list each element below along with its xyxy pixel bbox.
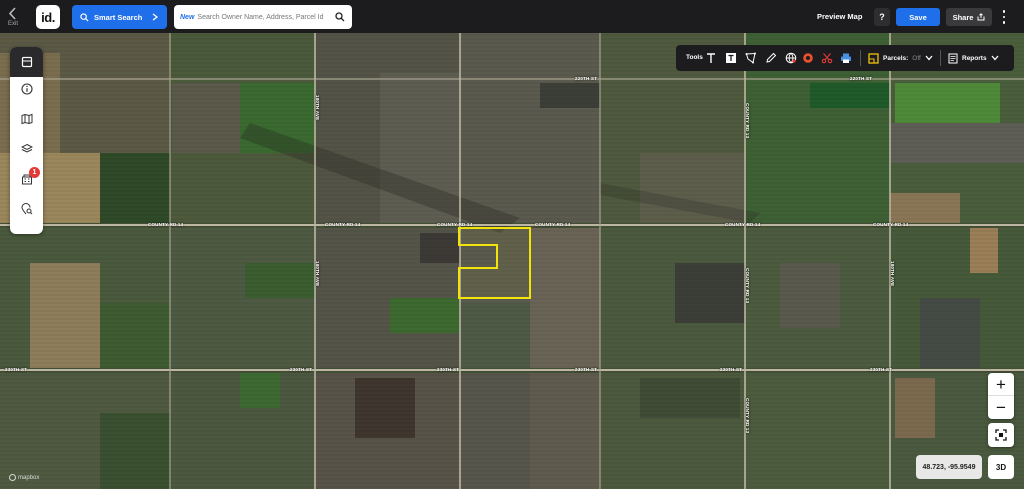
smart-search-label: Smart Search	[94, 12, 143, 22]
back-arrow-icon	[8, 6, 16, 20]
text-tool-button[interactable]	[704, 51, 718, 65]
globe-icon	[785, 52, 797, 64]
tools-label: Tools	[686, 54, 703, 61]
search-icon[interactable]	[335, 12, 345, 22]
text-icon	[707, 53, 715, 63]
location-search-button[interactable]	[10, 194, 43, 224]
road-label: COUNTY RD 13	[745, 103, 750, 139]
share-button[interactable]: Share	[946, 8, 992, 26]
road-label: 220TH ST	[575, 76, 598, 81]
text-box-icon	[726, 53, 736, 63]
draw-tool-button[interactable]	[764, 51, 778, 65]
layers-button[interactable]	[10, 134, 43, 164]
panel-toggle-button[interactable]	[10, 47, 43, 77]
zoom-out-button[interactable]: −	[988, 395, 1014, 418]
road-label: COUNTY RD 14	[725, 222, 761, 227]
app-logo[interactable]: id.	[36, 5, 60, 29]
print-button[interactable]	[839, 51, 853, 65]
top-bar: Exit id. Smart Search New Search Owner N…	[0, 0, 1024, 33]
smart-search-button[interactable]: Smart Search	[72, 5, 167, 29]
save-button[interactable]: Save	[896, 8, 940, 26]
toolbar-divider	[860, 50, 861, 66]
road-label: COUNTY RD 13	[745, 268, 750, 304]
road-label: 230TH ST	[720, 367, 743, 372]
reports-dropdown[interactable]: Reports	[948, 51, 999, 65]
parcels-value: Off	[912, 54, 921, 62]
search-icon	[80, 12, 89, 22]
share-label: Share	[952, 12, 974, 22]
search-placeholder: Search Owner Name, Address, Parcel Id	[197, 13, 324, 21]
text-box-tool-button[interactable]	[724, 51, 738, 65]
road-label: 220TH ST	[850, 76, 873, 81]
cut-tool-button[interactable]	[820, 51, 834, 65]
globe-tool-button[interactable]	[784, 51, 798, 65]
road-label: 230TH ST	[5, 367, 28, 372]
pencil-icon	[766, 52, 777, 63]
road-label: 230TH ST	[870, 367, 893, 372]
coordinates-readout: 48.723, -95.9549	[916, 455, 982, 479]
new-tag: New	[180, 13, 195, 21]
info-icon	[20, 83, 33, 95]
more-options-button[interactable]	[1000, 9, 1008, 25]
road-label: COUNTY RD 14	[535, 222, 571, 227]
road-label: COUNTY RD 14	[148, 222, 184, 227]
reports-label: Reports	[962, 54, 987, 62]
exit-label: Exit	[7, 20, 18, 27]
satellite-map[interactable]: COUNTY RD 14 COUNTY RD 14 COUNTY RD 14 C…	[0, 33, 1024, 489]
help-button[interactable]: ?	[874, 8, 890, 26]
recenter-button[interactable]	[988, 423, 1014, 447]
buildings-button[interactable]: 1	[10, 164, 43, 194]
scissors-icon	[821, 53, 833, 64]
reports-icon	[948, 53, 958, 63]
zoom-control: + −	[988, 373, 1014, 419]
parcels-dropdown[interactable]: Parcels: Off	[868, 51, 933, 65]
road-label: 180TH AVE	[315, 95, 320, 121]
panel-icon	[21, 56, 32, 68]
notification-badge: 1	[29, 167, 40, 178]
radius-tool-button[interactable]	[801, 51, 815, 65]
location-search-icon	[20, 203, 32, 215]
polygon-icon	[745, 52, 756, 64]
toolbar-divider	[940, 50, 941, 66]
left-sidebar: 1	[10, 47, 43, 234]
road-label: COUNTY RD 14	[325, 222, 361, 227]
chevron-down-icon	[925, 55, 933, 61]
map-view-button[interactable]	[10, 104, 43, 134]
share-icon	[977, 13, 985, 21]
road-label: COUNTY RD 14	[437, 222, 473, 227]
polygon-tool-button[interactable]	[744, 51, 758, 65]
exit-button[interactable]: Exit	[0, 0, 26, 33]
layers-icon	[20, 143, 33, 153]
preview-map-link[interactable]: Preview Map	[817, 12, 862, 21]
chevron-down-icon	[991, 55, 999, 61]
zoom-in-button[interactable]: +	[988, 373, 1014, 396]
mapbox-label: mapbox	[18, 474, 40, 481]
circle-icon	[803, 53, 813, 63]
road-label: 230TH ST	[437, 367, 460, 372]
road-label: 180TH AVE	[890, 261, 895, 287]
3d-toggle-button[interactable]: 3D	[988, 455, 1014, 479]
focus-frame-icon	[995, 429, 1007, 441]
satellite-imagery	[0, 33, 1024, 489]
mapbox-attribution: mapbox	[9, 474, 39, 481]
road-label: COUNTY RD 13	[745, 398, 750, 434]
road-label: 230TH ST	[290, 367, 313, 372]
info-button[interactable]	[10, 74, 43, 104]
road-label: COUNTY RD 14	[873, 222, 909, 227]
chevron-right-icon	[152, 13, 158, 21]
road-label: 230TH ST	[575, 367, 598, 372]
search-input[interactable]: New Search Owner Name, Address, Parcel I…	[174, 5, 352, 29]
mapbox-logo-icon	[9, 474, 16, 481]
road-label: 180TH AVE	[315, 261, 320, 287]
map-icon	[21, 113, 32, 125]
parcels-label: Parcels:	[883, 54, 909, 62]
parcel-icon	[868, 52, 879, 64]
print-icon	[841, 53, 851, 63]
